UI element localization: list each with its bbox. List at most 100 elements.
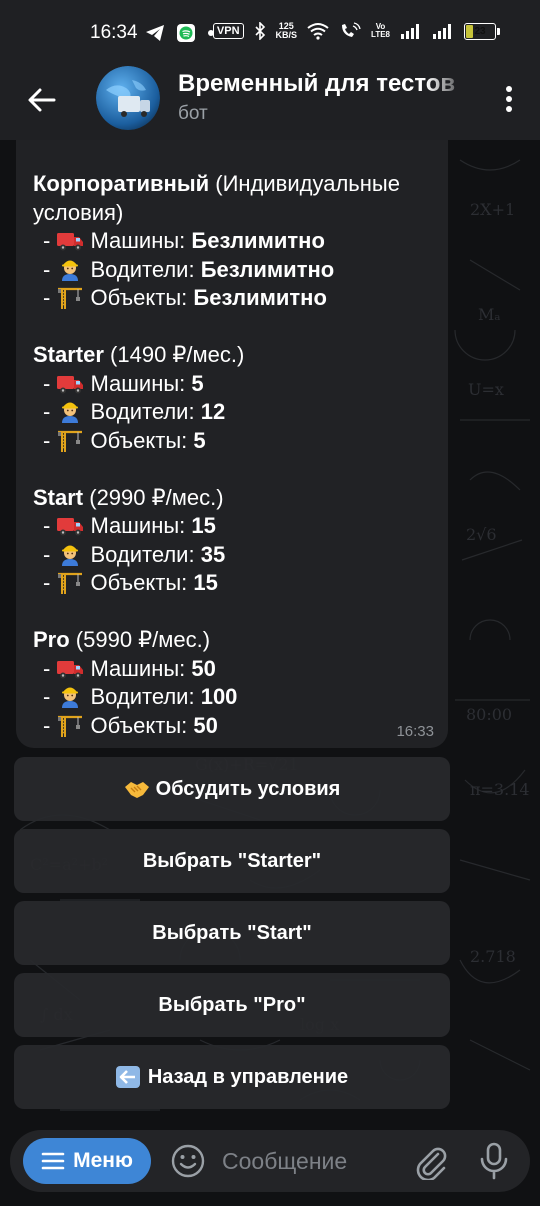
- wifi-icon: [307, 23, 329, 40]
- plan-item: - Машины: 5: [43, 370, 204, 396]
- message-input-bar: Меню: [10, 1130, 530, 1192]
- plan-item-label: Машины:: [90, 655, 192, 681]
- select-pro-label: Выбрать "Pro": [158, 993, 306, 1016]
- svg-text:80:00: 80:00: [466, 705, 512, 724]
- plan-price: (5990 ₽/мес.): [69, 627, 211, 652]
- select-starter-label: Выбрать "Starter": [142, 849, 322, 872]
- plan-item: - Машины: Безлимитно: [43, 228, 325, 253]
- plan-item-label: Водители:: [90, 399, 201, 424]
- battery-fill: [466, 24, 473, 38]
- worker-icon: [56, 684, 84, 708]
- plan-item-value: 50: [193, 712, 218, 738]
- chat-subtitle: бот: [178, 103, 208, 124]
- plan-item-value: 5: [193, 427, 206, 453]
- worker-icon: [56, 542, 84, 566]
- menu-button[interactable]: Меню: [23, 1138, 151, 1184]
- message-text: Корпоративный (Индивидуальные условия) -…: [33, 170, 433, 740]
- plan-item-label: Объекты:: [90, 570, 194, 595]
- plan-item: - Машины: 50: [43, 655, 216, 681]
- plan-item-label: Водители:: [90, 684, 201, 709]
- plan-item-value: 35: [200, 541, 226, 567]
- plan-price: (1490 ₽/мес.): [103, 342, 245, 367]
- paperclip-icon[interactable]: [412, 1142, 450, 1180]
- plan-price: (2990 ₽/мес.): [83, 484, 224, 510]
- plan-item-value: Безлимитно: [193, 285, 327, 310]
- plan-item-value: 50: [191, 655, 216, 681]
- back-to-management-button[interactable]: Назад в управление: [14, 1045, 450, 1109]
- battery-level: 23: [474, 25, 486, 37]
- back-button[interactable]: [24, 82, 60, 118]
- signal-icon-sim2: [433, 24, 451, 39]
- bluetooth-icon: [254, 22, 265, 40]
- svg-text:2√6: 2√6: [466, 525, 497, 544]
- hamburger-icon: [41, 1152, 65, 1170]
- vpn-badge: VPN: [212, 23, 244, 39]
- volte-bottom: LTE8: [371, 30, 390, 39]
- message-input[interactable]: [222, 1142, 402, 1180]
- plan-item-value: Безлимитно: [191, 228, 325, 253]
- truck-icon: [56, 228, 84, 252]
- plan-item-label: Объекты:: [90, 427, 194, 453]
- plan-item-value: 15: [193, 570, 218, 595]
- network-speed-unit: KB/S: [275, 30, 298, 40]
- plan-item-value: 12: [200, 399, 226, 424]
- emoji-icon[interactable]: [170, 1143, 206, 1179]
- worker-icon: [56, 399, 84, 423]
- telegram-icon: [146, 25, 164, 41]
- plan-item: - Машины: 15: [43, 513, 216, 538]
- plan-item-value: 5: [191, 370, 204, 396]
- more-vertical-icon[interactable]: [504, 84, 514, 114]
- network-speed: 125 KB/S: [276, 22, 298, 40]
- volte-indicator: Vo LTE8: [371, 23, 390, 39]
- status-bar: 16:34 VPN 125 KB/S Vo LTE8 23: [0, 0, 540, 62]
- construction-crane-icon: [56, 713, 84, 737]
- svg-text:Mₐ: Mₐ: [478, 305, 501, 324]
- plan-item-value: 100: [200, 684, 238, 709]
- svg-text:π=3.14: π=3.14: [470, 780, 530, 799]
- plan-item: - Водители: Безлимитно: [43, 256, 335, 282]
- status-time: 16:34: [90, 22, 138, 43]
- construction-crane-icon: [56, 285, 84, 309]
- plan-name: Pro: [33, 627, 70, 652]
- plan-item-value: 15: [191, 513, 216, 538]
- message-bubble: Корпоративный (Индивидуальные условия) -…: [16, 140, 448, 748]
- plan-item-value: Безлимитно: [200, 256, 335, 282]
- handshake-icon: [124, 778, 150, 800]
- plan-name: Корпоративный: [33, 171, 210, 196]
- signal-icon: [401, 24, 419, 39]
- plan-item-label: Объекты:: [90, 285, 194, 310]
- plan-item-label: Водители:: [90, 541, 201, 567]
- select-pro-button[interactable]: Выбрать "Pro": [14, 973, 450, 1037]
- worker-icon: [56, 257, 84, 281]
- chat-title[interactable]: Временный для тестов: [178, 70, 470, 98]
- plan-item: - Водители: 35: [43, 541, 226, 567]
- plan-item-label: Машины:: [90, 228, 192, 253]
- truck-icon: [56, 656, 84, 680]
- plan-item: - Объекты: 5: [43, 427, 206, 453]
- discuss-terms-label: Обсудить условия: [155, 777, 341, 800]
- chat-header: Временный для тестов бот: [0, 62, 540, 140]
- plan-item: - Водители: 100: [43, 684, 238, 709]
- bot-avatar[interactable]: [96, 66, 160, 130]
- battery-indicator: 23: [464, 22, 500, 40]
- plan-item: - Объекты: Безлимитно: [43, 285, 327, 310]
- plan-corporate: Корпоративный (Индивидуальные условия) -…: [33, 170, 433, 313]
- microphone-icon[interactable]: [478, 1142, 510, 1180]
- svg-text:2X+1: 2X+1: [470, 200, 515, 219]
- wifi-calling-icon: [342, 22, 361, 37]
- plan-name: Starter: [33, 342, 104, 367]
- back-arrow-emoji-icon: [115, 1066, 142, 1088]
- construction-crane-icon: [56, 428, 84, 452]
- spotify-icon: [177, 24, 195, 42]
- back-to-management-label: Назад в управление: [147, 1065, 349, 1088]
- svg-text:U=x: U=x: [468, 380, 504, 399]
- truck-icon: [56, 513, 84, 537]
- select-starter-button[interactable]: Выбрать "Starter": [14, 829, 450, 893]
- discuss-terms-button[interactable]: Обсудить условия: [14, 757, 450, 821]
- plan-pro: Pro (5990 ₽/мес.) - Машины: 50 - Водител…: [33, 626, 433, 740]
- plan-starter: Starter (1490 ₽/мес.) - Машины: 5 - Води…: [33, 341, 433, 455]
- select-start-button[interactable]: Выбрать "Start": [14, 901, 450, 965]
- plan-item-label: Объекты:: [90, 712, 194, 738]
- message-time: 16:33: [396, 723, 434, 740]
- plan-item-label: Машины:: [90, 513, 192, 538]
